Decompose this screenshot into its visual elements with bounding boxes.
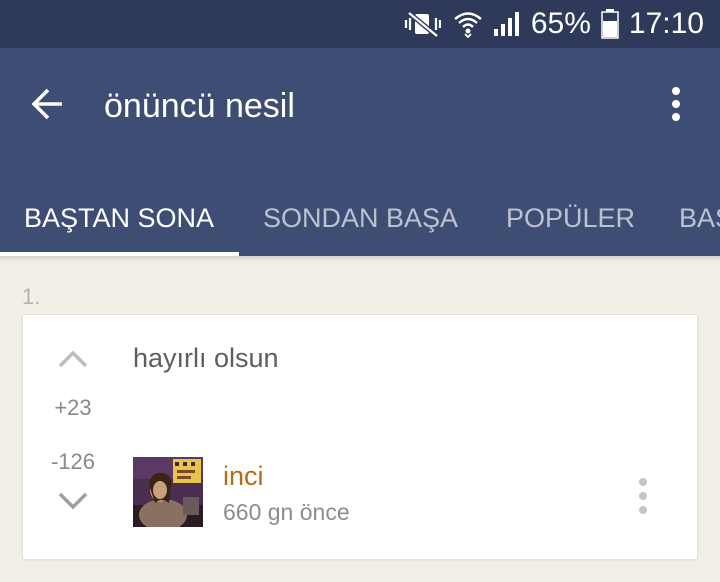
back-button[interactable]: [26, 84, 70, 128]
chevron-down-icon: [57, 491, 89, 516]
tab-label: POPÜLER: [506, 202, 636, 233]
downvote-button[interactable]: [53, 487, 93, 519]
tab-label: BAŞ: [679, 202, 720, 233]
signal-icon: [493, 11, 521, 37]
status-bar: 65% 17:10: [0, 0, 720, 48]
author-name[interactable]: inci: [223, 461, 264, 492]
status-icons: 65% 17:10: [403, 0, 704, 48]
entry-number: 1.: [22, 284, 41, 309]
tab-bar: BAŞTAN SONA SONDAN BAŞA POPÜLER BAŞ: [0, 180, 720, 256]
upvote-count: +23: [54, 395, 92, 420]
arrow-left-icon: [30, 88, 66, 125]
tab-sondan-basa[interactable]: SONDAN BAŞA: [263, 180, 458, 256]
clock: 17:10: [628, 7, 704, 40]
more-vertical-icon: [638, 476, 648, 521]
tab-bas[interactable]: BAŞ: [679, 180, 720, 256]
entry-more-button[interactable]: [631, 475, 655, 521]
more-vertical-icon: [671, 86, 681, 127]
app-bar: önüncü nesil BAŞTAN SONA SONDAN BAŞA POP…: [0, 48, 720, 256]
entry-text: hayırlı olsun: [133, 343, 279, 373]
tab-bastan-sona[interactable]: BAŞTAN SONA: [24, 180, 214, 256]
overflow-menu-button[interactable]: [656, 82, 696, 130]
battery-percent: 65%: [530, 7, 591, 40]
chevron-up-icon: [57, 349, 89, 374]
entry-time: 660 gn önce: [223, 499, 350, 525]
battery-icon: [601, 9, 619, 39]
entry-card: +23 -126 hayırlı olsun inci 660 gn önce: [22, 314, 698, 560]
app-bar-shadow: [0, 256, 720, 262]
author-avatar[interactable]: [133, 457, 203, 527]
upvote-button[interactable]: [53, 345, 93, 377]
mute-vibrate-icon: [403, 11, 443, 37]
tab-populer[interactable]: POPÜLER: [506, 180, 635, 256]
page-title: önüncü nesil: [104, 87, 295, 125]
wifi-icon: [453, 10, 483, 38]
downvote-count: -126: [50, 449, 96, 474]
tab-label: BAŞTAN SONA: [24, 202, 215, 233]
tab-label: SONDAN BAŞA: [263, 202, 459, 233]
